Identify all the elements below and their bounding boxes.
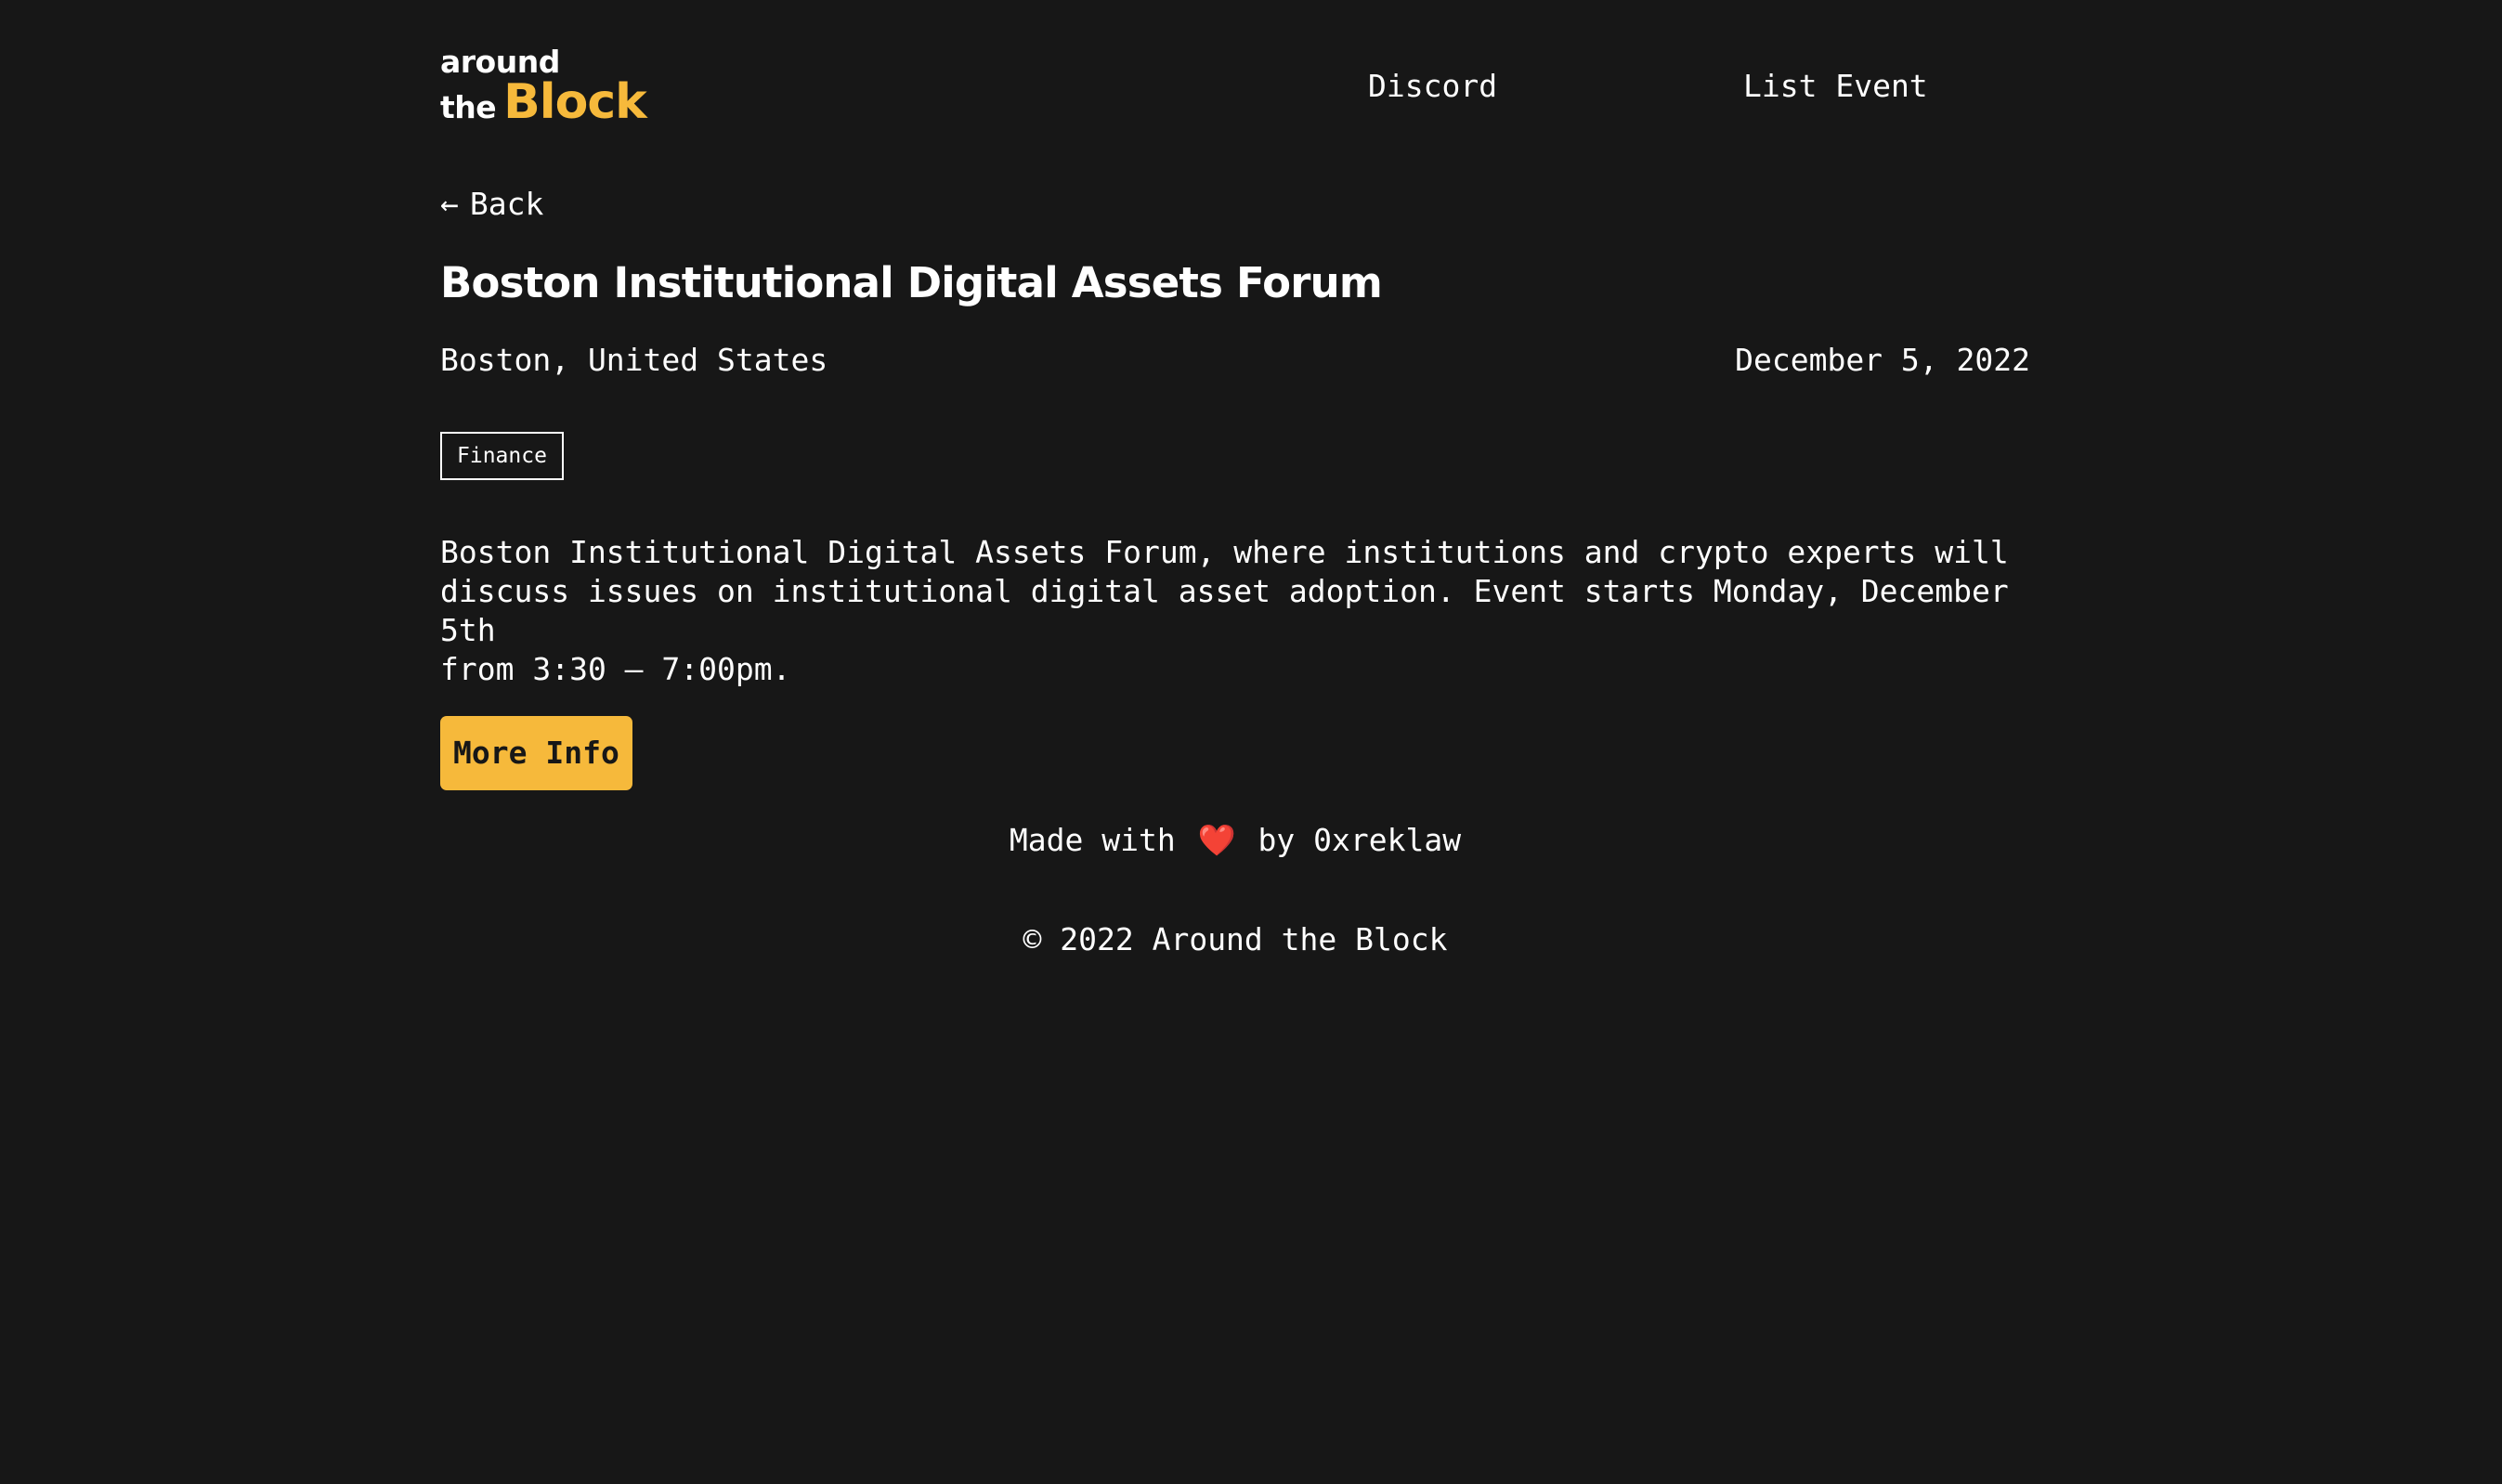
footer-credit: Made with ❤️ by 0xreklaw xyxy=(440,822,2030,859)
event-title: Boston Institutional Digital Assets Foru… xyxy=(440,258,1383,307)
more-info-button[interactable]: More Info xyxy=(440,716,632,790)
logo-word-block: Block xyxy=(503,74,647,130)
event-location: Boston, United States xyxy=(440,342,828,378)
back-link[interactable]: ← Back xyxy=(440,186,543,222)
left-arrow-icon: ← xyxy=(440,186,459,222)
site-header: around the Block Discord List Event xyxy=(440,0,2030,158)
back-label: Back xyxy=(469,186,544,222)
nav-link-discord[interactable]: Discord xyxy=(1368,68,1497,104)
heart-icon: ❤️ xyxy=(1197,822,1236,858)
event-tag-finance[interactable]: Finance xyxy=(440,432,564,480)
footer-made-prefix: Made with xyxy=(1009,822,1176,858)
logo-line-around: around xyxy=(440,44,560,80)
nav-link-list-event[interactable]: List Event xyxy=(1743,68,1928,104)
site-logo[interactable]: around the Block xyxy=(440,44,647,130)
logo-line-the-block: the Block xyxy=(440,74,647,130)
logo-word-the: the xyxy=(440,89,497,125)
event-date: December 5, 2022 xyxy=(1735,342,2030,378)
footer-author[interactable]: by 0xreklaw xyxy=(1258,822,1462,858)
event-description: Boston Institutional Digital Assets Foru… xyxy=(440,534,2009,687)
page-container: around the Block Discord List Event ← Bac… xyxy=(440,0,2030,957)
footer-copyright: © 2022 Around the Block xyxy=(1023,921,1448,957)
